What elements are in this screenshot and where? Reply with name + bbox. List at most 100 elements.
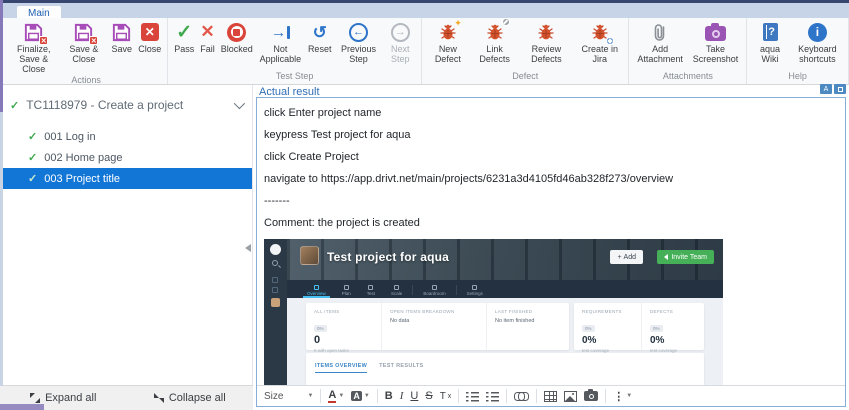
add-attachment-button[interactable]: Add Attachment [632,21,687,64]
bug-review-icon [536,21,556,43]
review-defects-button[interactable]: Review Defects [519,21,574,64]
boardroom-icon [432,285,437,290]
italic-button[interactable]: I [400,390,404,402]
chevron-down-icon[interactable] [234,98,245,109]
caret-down-icon: ▼ [626,393,632,399]
coverage-card: REQUIREMENTS 0% 0% test coverage DEFECTS… [574,303,704,350]
tree-item-testcase[interactable]: ✓ TC1118979 - Create a project [10,98,242,112]
expand-icon [30,393,40,403]
table-icon [544,391,557,402]
keyboard-shortcuts-button[interactable]: i Keyboard shortcuts [790,21,845,64]
tree-item-step-001[interactable]: ✓ 001 Log in [0,126,252,147]
not-applicable-button[interactable]: → Not Applicable [256,21,305,64]
shot-tab-plan: Plan [334,285,359,298]
sidebar-icon [272,277,278,283]
next-step-button[interactable]: → Next Step [382,21,418,64]
link-badge-icon [502,18,510,26]
ribbon-group-test-step: ✓ Pass ✕ Fail Blocked → Not [168,18,422,84]
insert-link-button[interactable] [514,392,529,400]
fail-x-icon: ✕ [200,21,214,43]
font-size-dropdown[interactable]: Size ▼ [264,391,313,402]
wiki-book-icon: ? [763,21,778,43]
blocked-button[interactable]: Blocked [218,21,256,54]
stats-card: ALL ITEMS 0% 0 0 with open tasks OPEN IT… [306,303,569,350]
group-label-test-step: Test Step [171,70,418,84]
collapse-all-button[interactable]: Collapse all [127,386,254,410]
avatar [271,298,280,307]
caret-down-icon: ▼ [364,393,370,399]
insert-table-button[interactable] [544,391,557,402]
link-defects-button[interactable]: Link Defects [471,21,519,64]
logo-icon [270,244,281,255]
editor-paragraph: ------- [264,195,839,207]
field-font-button[interactable]: A [820,84,832,94]
background-color-button[interactable]: A ▼ [351,391,369,401]
editor-toolbar: Size ▼ A ▼ A ▼ B I U S Tx [257,385,845,406]
insert-screenshot-button[interactable] [584,391,598,401]
aqua-wiki-button[interactable]: ? aqua Wiki [750,21,790,64]
shot-tab-overview: Overview [299,285,334,298]
new-defect-button[interactable]: ✦ New Defect [425,21,471,64]
next-step-icon: → [391,21,410,43]
screenshot-nav: Overview Plan Test Scale Boardroom Setti… [287,280,723,298]
strikethrough-button[interactable]: S [425,390,432,402]
scale-icon [394,285,399,290]
previous-step-button[interactable]: ← Previous Step [334,21,382,64]
bug-link-icon [485,21,505,43]
project-title: Test project for aqua [327,250,449,264]
tree-item-step-003[interactable]: ✓ 003 Project title [0,168,252,189]
save-finalize-icon: ✕ [23,21,44,43]
fail-button[interactable]: ✕ Fail [197,21,218,54]
screenshot-body: ALL ITEMS 0% 0 0 with open tasks OPEN IT… [287,298,723,385]
ordered-list-button[interactable] [466,391,479,402]
take-screenshot-button[interactable]: Take Screenshot [688,21,743,64]
editor-content[interactable]: click Enter project name keypress Test p… [257,98,845,385]
underline-button[interactable]: U [410,390,418,402]
save-button[interactable]: Save [108,21,135,54]
ribbon-group-help: ? aqua Wiki i Keyboard shortcuts Help [747,18,849,84]
check-icon: ✓ [10,99,19,112]
tree-item-step-002[interactable]: ✓ 002 Home page [0,147,252,168]
clear-formatting-button[interactable]: Tx [440,391,452,402]
bullet-list-button[interactable] [486,391,499,402]
bold-button[interactable]: B [385,390,393,402]
ribbon: ✕ Finalize, Save & Close ✕ Save & Close … [0,18,849,85]
close-button[interactable]: ✕ Close [135,21,164,54]
ribbon-tabstrip: Main [0,0,849,18]
caret-down-icon: ▼ [307,393,313,399]
check-icon: ✓ [28,172,37,185]
pass-check-icon: ✓ [176,21,192,43]
project-avatar [300,246,319,265]
bullet-list-icon [486,391,499,402]
check-icon: ✓ [28,151,37,164]
window-edge [0,112,3,386]
insert-image-button[interactable] [564,391,577,402]
pass-button[interactable]: ✓ Pass [171,21,197,54]
caret-down-icon: ▼ [338,393,344,399]
reset-icon: ↺ [313,21,327,43]
more-options-button[interactable]: ⋮ ▼ [613,390,632,403]
bug-jira-icon [590,21,610,43]
finalize-save-close-button[interactable]: ✕ Finalize, Save & Close [8,21,59,74]
editor-paragraph: Comment: the project is created [264,217,839,229]
shot-content-tab-items-overview: ITEMS OVERVIEW [315,363,367,373]
settings-icon [472,285,477,290]
text-color-button[interactable]: A ▼ [328,390,344,403]
editor-paragraph: navigate to https://app.drivt.net/main/p… [264,173,839,185]
camera-icon [705,21,726,43]
ordered-list-icon [466,391,479,402]
panel-collapse-handle[interactable] [245,244,251,252]
ribbon-group-actions: ✕ Finalize, Save & Close ✕ Save & Close … [5,18,168,84]
red-x-badge-icon: ✕ [39,36,48,45]
field-maximize-button[interactable] [834,84,846,94]
group-label-attachments: Attachments [632,70,743,84]
editor-paragraph: click Create Project [264,151,839,163]
sidebar-icon [272,287,278,293]
create-in-jira-button[interactable]: Create in Jira [574,21,626,64]
save-and-close-button[interactable]: ✕ Save & Close [59,21,108,64]
red-x-badge-icon: ✕ [89,36,98,45]
shot-tab-test: Test [359,285,383,298]
actual-result-editor[interactable]: click Enter project name keypress Test p… [256,97,846,407]
image-icon [564,391,577,402]
reset-button[interactable]: ↺ Reset [305,21,335,54]
